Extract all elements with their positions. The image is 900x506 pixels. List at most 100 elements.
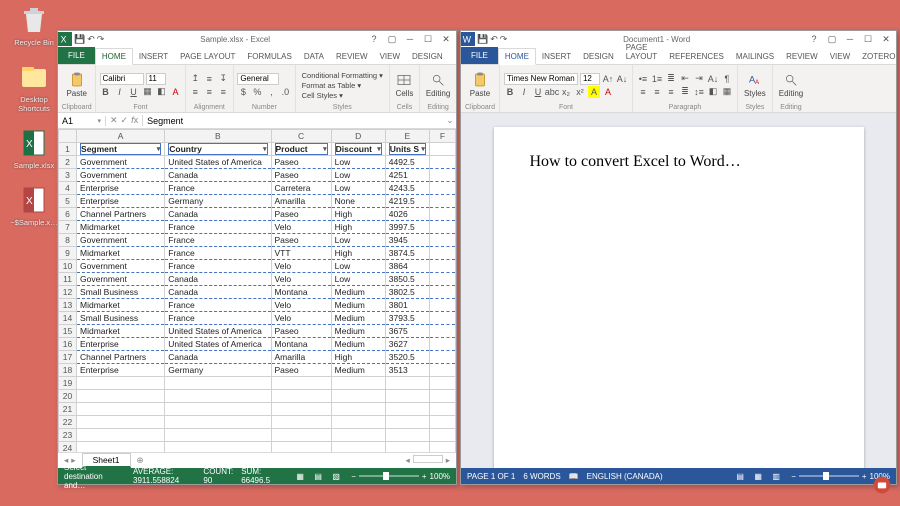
word-count[interactable]: 6 WORDS: [523, 472, 560, 481]
cell[interactable]: Canada: [165, 286, 271, 299]
cell[interactable]: 3675: [385, 325, 429, 338]
font-color-button[interactable]: A: [602, 86, 614, 98]
align-mid-icon[interactable]: ≡: [203, 73, 215, 85]
cell[interactable]: Government: [77, 273, 165, 286]
cell[interactable]: Government: [77, 260, 165, 273]
language[interactable]: ENGLISH (CANADA): [587, 472, 663, 481]
tab-design[interactable]: DESIGN: [577, 49, 620, 64]
underline-button[interactable]: U: [128, 86, 140, 98]
currency-icon[interactable]: $: [237, 86, 249, 98]
align-center-icon[interactable]: ≡: [651, 86, 663, 98]
col-header[interactable]: A: [77, 130, 165, 143]
cell[interactable]: Germany: [165, 195, 271, 208]
undo-icon[interactable]: ↶: [87, 34, 95, 45]
cell[interactable]: Velo: [271, 273, 331, 286]
cell[interactable]: Medium: [331, 338, 385, 351]
cells-button[interactable]: Cells: [394, 72, 416, 98]
cell[interactable]: United States of America: [165, 338, 271, 351]
help-icon[interactable]: ?: [806, 33, 822, 45]
border-button[interactable]: ▦: [142, 86, 154, 98]
row-header[interactable]: 11: [59, 273, 77, 286]
font-size[interactable]: [146, 73, 166, 85]
row-header[interactable]: 5: [59, 195, 77, 208]
cell[interactable]: Paseo: [271, 325, 331, 338]
cell[interactable]: Canada: [165, 169, 271, 182]
tab-insert[interactable]: INSERT: [536, 49, 577, 64]
cell[interactable]: Velo: [271, 260, 331, 273]
cell[interactable]: Velo: [271, 299, 331, 312]
row-header[interactable]: 9: [59, 247, 77, 260]
col-header[interactable]: B: [165, 130, 271, 143]
align-right-icon[interactable]: ≡: [217, 86, 229, 98]
shading-icon[interactable]: ◧: [707, 86, 719, 98]
cell[interactable]: VTT: [271, 247, 331, 260]
cell[interactable]: Midmarket: [77, 299, 165, 312]
redo-icon[interactable]: ↷: [97, 34, 105, 45]
recycle-bin[interactable]: Recycle Bin: [6, 4, 62, 47]
tab-insert[interactable]: INSERT: [133, 49, 174, 64]
cell[interactable]: Low: [331, 273, 385, 286]
table-header-cell[interactable]: Segment: [77, 143, 165, 156]
name-box[interactable]: A1▾: [58, 116, 106, 126]
tab-zotero[interactable]: ZOTERO: [856, 49, 900, 64]
cell[interactable]: Government: [77, 156, 165, 169]
cell[interactable]: None: [331, 195, 385, 208]
row-header[interactable]: 22: [59, 416, 77, 429]
shrink-font-icon[interactable]: A↓: [616, 73, 628, 85]
cell[interactable]: Paseo: [271, 169, 331, 182]
cell[interactable]: Government: [77, 169, 165, 182]
expand-formula-bar-icon[interactable]: ⌄: [444, 115, 456, 126]
cell[interactable]: 3864: [385, 260, 429, 273]
table-header-cell[interactable]: Country: [165, 143, 271, 156]
row-header[interactable]: 7: [59, 221, 77, 234]
cell[interactable]: High: [331, 351, 385, 364]
sample-xlsx[interactable]: X Sample.xlsx: [6, 127, 62, 170]
cell[interactable]: 4026: [385, 208, 429, 221]
close-button[interactable]: ✕: [878, 33, 894, 45]
cell[interactable]: 4243.5: [385, 182, 429, 195]
percent-icon[interactable]: %: [251, 86, 263, 98]
font-name[interactable]: [100, 73, 144, 85]
showpara-icon[interactable]: ¶: [721, 73, 733, 85]
ribbon-toggle-icon[interactable]: ▢: [384, 33, 400, 45]
hscroll-left-icon[interactable]: ◂: [405, 455, 409, 466]
cell[interactable]: Germany: [165, 364, 271, 377]
maximize-button[interactable]: ☐: [420, 33, 436, 45]
tab-home[interactable]: HOME: [498, 48, 536, 65]
cell[interactable]: Low: [331, 182, 385, 195]
italic-button[interactable]: I: [518, 86, 530, 98]
sup-button[interactable]: x²: [574, 86, 586, 98]
view-normal-icon[interactable]: ▦: [293, 472, 307, 481]
comma-icon[interactable]: ,: [265, 86, 277, 98]
minimize-button[interactable]: ─: [842, 33, 858, 45]
row-header[interactable]: 24: [59, 442, 77, 453]
cell[interactable]: Low: [331, 234, 385, 247]
sample-xlsx-temp[interactable]: X ~$Sample.x…: [6, 184, 62, 227]
cell[interactable]: Paseo: [271, 364, 331, 377]
cell[interactable]: Canada: [165, 351, 271, 364]
cell[interactable]: France: [165, 312, 271, 325]
row-header[interactable]: 10: [59, 260, 77, 273]
tab-design[interactable]: DESIGN: [406, 49, 449, 64]
cell[interactable]: United States of America: [165, 325, 271, 338]
align-right-icon[interactable]: ≡: [665, 86, 677, 98]
cell[interactable]: Medium: [331, 325, 385, 338]
cell-styles[interactable]: Cell Styles ▾: [302, 91, 383, 100]
tab-view[interactable]: VIEW: [374, 49, 406, 64]
zoom-control[interactable]: −+100%: [351, 472, 450, 481]
cell[interactable]: Channel Partners: [77, 208, 165, 221]
spreadsheet-grid[interactable]: ABCDEF1SegmentCountryProductDiscountUnit…: [58, 129, 456, 452]
cell[interactable]: 3997.5: [385, 221, 429, 234]
cell[interactable]: High: [331, 221, 385, 234]
cell[interactable]: Paseo: [271, 234, 331, 247]
sub-button[interactable]: x₂: [560, 86, 572, 98]
view-read-icon[interactable]: ▤: [733, 472, 747, 481]
view-web-icon[interactable]: ▥: [769, 472, 783, 481]
number-format[interactable]: [237, 73, 279, 85]
hscroll-right-icon[interactable]: ▸: [446, 455, 450, 466]
cell[interactable]: 3520.5: [385, 351, 429, 364]
format-as-table[interactable]: Format as Table ▾: [302, 81, 383, 90]
file-tab[interactable]: FILE: [58, 47, 95, 64]
cell[interactable]: Velo: [271, 312, 331, 325]
fill-color-button[interactable]: ◧: [156, 86, 168, 98]
